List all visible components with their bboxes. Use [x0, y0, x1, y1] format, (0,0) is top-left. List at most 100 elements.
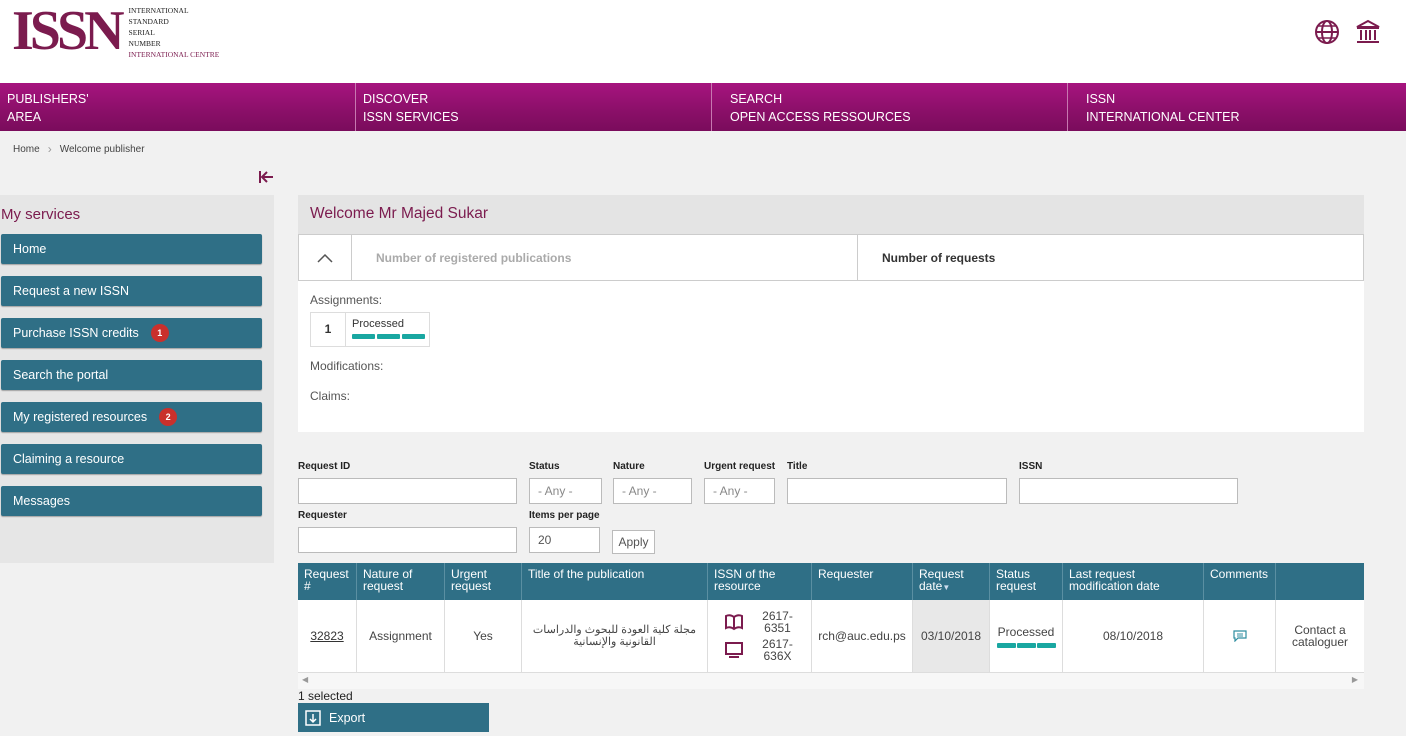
col-request-date[interactable]: Request date▼ — [913, 563, 990, 600]
notification-badge: 1 — [150, 324, 169, 342]
status-text: Processed — [997, 624, 1055, 639]
cell-urgent: Yes — [445, 600, 522, 672]
logo-line: STANDARD — [128, 17, 169, 26]
logo-line: SERIAL — [128, 28, 155, 37]
urgent-select[interactable]: - Any - — [704, 478, 775, 504]
col-request-number[interactable]: Request # — [298, 563, 357, 600]
nav-line: SEARCH — [730, 92, 783, 106]
request-id-link[interactable]: 32823 — [298, 600, 357, 672]
export-label: Export — [329, 710, 366, 725]
notification-badge: 2 — [159, 408, 178, 426]
table-header: Request # Nature of request Urgent reque… — [298, 563, 1364, 600]
issn-online: 2617-636X — [762, 637, 793, 663]
cell-title: مجلة كلية العودة للبحوث والدراسات القانو… — [522, 600, 708, 672]
welcome-panel: Welcome Mr Majed Sukar Number of registe… — [298, 195, 1364, 432]
issn-print-row: 2617-6351 — [724, 610, 796, 634]
institution-icon[interactable] — [1354, 18, 1382, 46]
breadcrumb-home[interactable]: Home — [13, 144, 40, 155]
export-button[interactable]: Export — [298, 703, 489, 732]
chevron-right-icon: › — [47, 142, 52, 156]
sidebar-item-home[interactable]: Home — [1, 234, 262, 264]
assignment-status: Processed — [346, 313, 425, 346]
breadcrumb: Home › Welcome publisher — [13, 142, 145, 156]
sidebar-item-purchase-credits[interactable]: Purchase ISSN credits 1 — [1, 318, 262, 348]
nav-publishers-area[interactable]: PUBLISHERS' AREA — [0, 83, 356, 131]
export-icon — [305, 709, 321, 726]
tab-registered-publications[interactable]: Number of registered publications — [352, 235, 857, 280]
col-title[interactable]: Title of the publication — [522, 563, 708, 600]
cell-nature: Assignment — [357, 600, 445, 672]
apply-button[interactable]: Apply — [612, 530, 655, 554]
cell-request-date: 03/10/2018 — [913, 600, 990, 672]
sidebar-item-request-issn[interactable]: Request a new ISSN — [1, 276, 262, 306]
logo-line: INTERNATIONAL CENTRE — [128, 50, 220, 59]
col-status[interactable]: Status request — [990, 563, 1063, 600]
cell-last-modification: 08/10/2018 — [1063, 600, 1204, 672]
sidebar-item-messages[interactable]: Messages — [1, 486, 262, 516]
nav-line: ISSN — [1086, 92, 1116, 106]
comment-icon[interactable] — [1204, 600, 1276, 672]
horizontal-scrollbar[interactable]: ◀ ▶ — [298, 673, 1364, 689]
request-id[interactable]: 32823 — [310, 629, 343, 643]
title-input[interactable] — [787, 478, 1007, 504]
sidebar-title: My services — [1, 206, 81, 223]
cell-requester: rch@auc.edu.ps — [812, 600, 913, 672]
sidebar-item-label: Messages — [13, 494, 70, 508]
stats-tabs: Number of registered publications Number… — [298, 234, 1364, 281]
globe-icon[interactable] — [1313, 18, 1341, 46]
issn-online-row: 2617-636X — [724, 638, 796, 662]
col-issn[interactable]: ISSN of the resource — [708, 563, 812, 600]
selected-count: 1 selected — [298, 689, 353, 703]
claims-label: Claims: — [310, 389, 351, 403]
requester-input[interactable] — [298, 527, 517, 553]
items-per-page-label: Items per page — [529, 510, 600, 521]
sidebar-item-registered-resources[interactable]: My registered resources 2 — [1, 402, 262, 432]
collapse-sidebar-icon[interactable] — [257, 168, 275, 186]
assignments-label: Assignments: — [310, 293, 383, 307]
col-urgent[interactable]: Urgent request — [445, 563, 522, 600]
nav-line: DISCOVER — [363, 92, 429, 106]
col-requester[interactable]: Requester — [812, 563, 913, 600]
requests-table: Request # Nature of request Urgent reque… — [298, 563, 1364, 673]
col-nature[interactable]: Nature of request — [357, 563, 445, 600]
status-progress — [996, 642, 1056, 648]
nav-issn-center[interactable]: ISSN INTERNATIONAL CENTER — [1068, 83, 1406, 131]
scroll-right-icon[interactable]: ▶ — [1352, 675, 1358, 684]
table-row: 32823 Assignment Yes مجلة كلية العودة لل… — [298, 600, 1364, 673]
sidebar-item-label: Search the portal — [13, 368, 109, 382]
logo-text: INTERNATIONAL STANDARD SERIAL NUMBER INT… — [129, 5, 220, 60]
col-comments[interactable]: Comments — [1204, 563, 1276, 600]
nav-line: INTERNATIONAL CENTER — [1086, 110, 1240, 124]
logo-line: NUMBER — [128, 39, 161, 48]
sidebar: My services Home Request a new ISSN Purc… — [0, 195, 274, 563]
assignment-count: 1 — [311, 313, 346, 346]
issn-input[interactable] — [1019, 478, 1238, 504]
tab-requests[interactable]: Number of requests — [857, 235, 1363, 280]
sidebar-item-label: Request a new ISSN — [13, 284, 130, 298]
scroll-left-icon[interactable]: ◀ — [302, 675, 308, 684]
book-icon — [724, 614, 743, 631]
main-nav: PUBLISHERS' AREA DISCOVER ISSN SERVICES … — [0, 83, 1406, 131]
request-id-label: Request ID — [298, 461, 351, 472]
assignment-summary[interactable]: 1 Processed — [310, 312, 430, 347]
status-progress — [352, 334, 425, 339]
sidebar-item-search-portal[interactable]: Search the portal — [1, 360, 262, 390]
nav-line: AREA — [7, 110, 42, 124]
status-label: Status — [529, 461, 560, 472]
cell-status: Processed — [990, 600, 1063, 672]
items-per-page-input[interactable]: 20 — [529, 527, 600, 553]
nav-line: PUBLISHERS' — [7, 92, 89, 106]
issn-print: 2617-6351 — [762, 609, 793, 635]
breadcrumb-current: Welcome publisher — [59, 143, 145, 155]
contact-cataloguer-link[interactable]: Contact a cataloguer — [1276, 600, 1364, 672]
request-id-input[interactable] — [298, 478, 517, 504]
col-last-modification[interactable]: Last request modification date — [1063, 563, 1204, 600]
nav-discover[interactable]: DISCOVER ISSN SERVICES — [356, 83, 712, 131]
sidebar-item-claiming[interactable]: Claiming a resource — [1, 444, 262, 474]
issn-logo[interactable]: ISSN INTERNATIONAL STANDARD SERIAL NUMBE… — [12, 3, 220, 60]
nature-select[interactable]: - Any - — [613, 478, 692, 504]
nav-search[interactable]: SEARCH OPEN ACCESS RESSOURCES — [712, 83, 1068, 131]
status-select[interactable]: - Any - — [529, 478, 602, 504]
chevron-up-icon[interactable] — [299, 235, 352, 280]
logo-line: INTERNATIONAL — [128, 6, 189, 15]
